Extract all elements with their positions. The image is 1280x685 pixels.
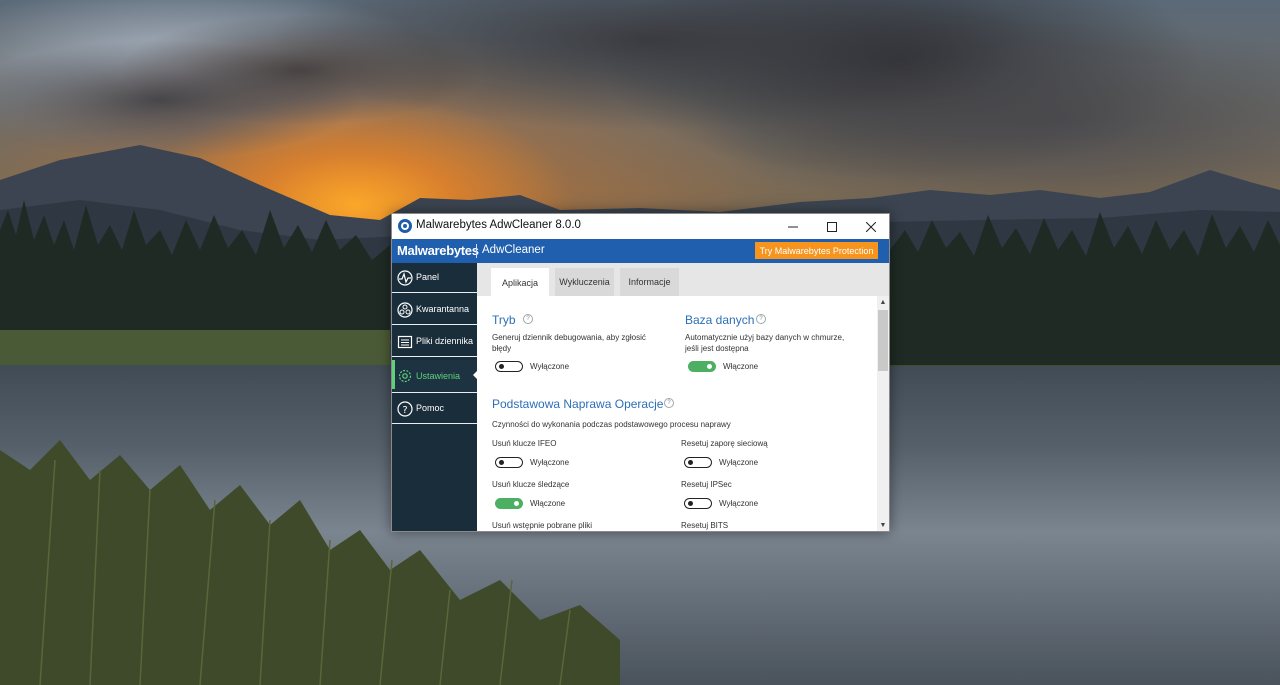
- sidebar-item-label: Ustawienia: [416, 371, 461, 381]
- repair-description: Czynności do wykonania podczas podstawow…: [492, 420, 731, 429]
- svg-text:?: ?: [402, 405, 407, 416]
- usun-klucze-ifeo-toggle[interactable]: [495, 457, 523, 468]
- repair-title: Podstawowa Naprawa Operacje: [492, 397, 664, 411]
- tab-aplikacja[interactable]: Aplikacja: [491, 268, 549, 297]
- settings-content: Aplikacja Wykluczenia Informacje Tryb ? …: [477, 263, 889, 531]
- option-state-label: Wyłączone: [719, 458, 759, 467]
- option-label: Usuń klucze śledzące: [492, 480, 570, 489]
- baza-danych-description: Automatycznie użyj bazy danych w chmurze…: [685, 333, 845, 353]
- tab-informacje[interactable]: Informacje: [620, 268, 679, 296]
- tryb-title: Tryb: [492, 313, 516, 327]
- pulse-icon: [397, 270, 413, 286]
- sidebar: Panel Kwarantanna Pliki dziennika Ustawi…: [392, 263, 478, 531]
- maximize-button[interactable]: [812, 214, 852, 239]
- adwcleaner-window: Malwarebytes AdwCleaner 8.0.0 Malwarebyt…: [391, 213, 890, 532]
- vertical-scrollbar[interactable]: ▲ ▼: [877, 296, 889, 531]
- resetuj-zapore-toggle[interactable]: [684, 457, 712, 468]
- help-icon: ?: [397, 401, 413, 417]
- sidebar-item-ustawienia[interactable]: Ustawienia: [392, 360, 478, 393]
- tryb-toggle[interactable]: [495, 361, 523, 372]
- option-label: Resetuj zaporę sieciową: [681, 439, 768, 448]
- tryb-description: Generuj dziennik debugowania, aby zgłosi…: [492, 333, 646, 353]
- biohazard-icon: [397, 302, 413, 318]
- log-file-icon: [397, 335, 413, 349]
- help-circle-icon[interactable]: ?: [664, 398, 674, 408]
- brand-bar: Malwarebytes AdwCleaner Try Malwarebytes…: [392, 239, 889, 263]
- baza-danych-toggle[interactable]: [688, 361, 716, 372]
- option-state-label: Wyłączone: [719, 499, 759, 508]
- scroll-down-arrow-icon[interactable]: ▼: [877, 519, 889, 531]
- resetuj-ipsec-toggle[interactable]: [684, 498, 712, 509]
- sidebar-item-label: Kwarantanna: [416, 304, 470, 314]
- scroll-up-arrow-icon[interactable]: ▲: [877, 296, 889, 308]
- sidebar-item-pomoc[interactable]: ? Pomoc: [392, 394, 477, 424]
- malwarebytes-logo: Malwarebytes: [397, 243, 479, 258]
- option-state-label: Wyłączone: [530, 458, 570, 467]
- sidebar-item-kwarantanna[interactable]: Kwarantanna: [392, 295, 477, 325]
- baza-danych-title: Baza danych: [685, 313, 755, 327]
- sidebar-item-panel[interactable]: Panel: [392, 263, 477, 293]
- help-circle-icon[interactable]: ?: [523, 314, 533, 324]
- close-button[interactable]: [851, 214, 891, 239]
- sidebar-item-label: Pomoc: [416, 403, 445, 413]
- option-state-label: Włączone: [530, 499, 566, 508]
- option-label: Usuń wstępnie pobrane pliki: [492, 521, 593, 530]
- close-icon: [866, 221, 876, 232]
- try-protection-button[interactable]: Try Malwarebytes Protection: [755, 242, 878, 259]
- sidebar-item-pliki-dziennika[interactable]: Pliki dziennika: [392, 327, 477, 357]
- window-title: Malwarebytes AdwCleaner 8.0.0: [416, 219, 581, 231]
- minimize-button[interactable]: [773, 214, 813, 239]
- scrollbar-thumb[interactable]: [878, 310, 888, 371]
- settings-tabs: Aplikacja Wykluczenia Informacje: [477, 263, 889, 297]
- app-logo-icon: [398, 219, 412, 233]
- sidebar-item-label: Panel: [416, 272, 440, 282]
- settings-panel: Tryb ? Generuj dziennik debugowania, aby…: [477, 296, 877, 531]
- brand-divider: [476, 244, 477, 258]
- minimize-icon: [788, 226, 798, 227]
- title-bar[interactable]: Malwarebytes AdwCleaner 8.0.0: [392, 214, 889, 239]
- tryb-toggle-label: Wyłączone: [530, 362, 570, 371]
- option-label: Usuń klucze IFEO: [492, 439, 557, 448]
- baza-danych-toggle-label: Włączone: [723, 362, 759, 371]
- product-name: AdwCleaner: [482, 244, 545, 256]
- sidebar-item-label: Pliki dziennika: [416, 336, 474, 346]
- usun-klucze-sledzace-toggle[interactable]: [495, 498, 523, 509]
- maximize-icon: [827, 221, 837, 232]
- option-label: Resetuj IPSec: [681, 480, 732, 489]
- help-circle-icon[interactable]: ?: [756, 314, 766, 324]
- option-label: Resetuj BITS: [681, 521, 729, 530]
- tab-wykluczenia[interactable]: Wykluczenia: [555, 268, 614, 296]
- gear-icon: [398, 369, 412, 383]
